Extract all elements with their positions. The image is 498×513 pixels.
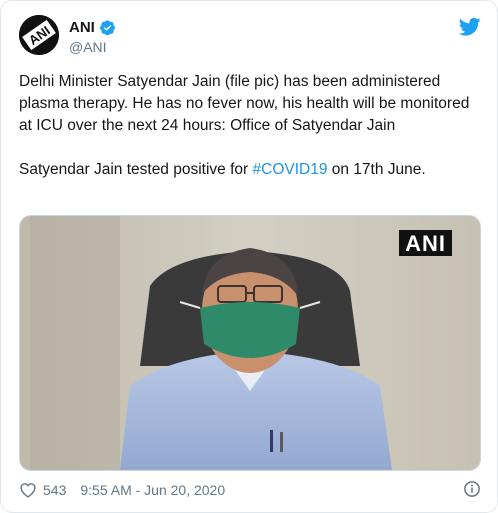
tweet-timestamp[interactable]: 9:55 AM - Jun 20, 2020 — [80, 482, 225, 498]
likes-count: 543 — [43, 482, 67, 498]
info-icon[interactable] — [463, 480, 481, 501]
heart-icon — [20, 483, 36, 498]
tweet-paragraph-1: Delhi Minister Satyendar Jain (file pic)… — [19, 73, 470, 134]
hashtag-link[interactable]: #COVID19 — [253, 161, 328, 178]
tweet-media-video[interactable]: ANI — [19, 215, 481, 471]
twitter-bird-icon[interactable] — [458, 17, 481, 37]
like-button[interactable]: 543 — [19, 482, 80, 498]
media-watermark: ANI — [399, 230, 452, 256]
author-handle[interactable]: @ANI — [69, 39, 116, 55]
tweet-text: Delhi Minister Satyendar Jain (file pic)… — [19, 71, 479, 181]
tweet-text-segment: Satyendar Jain tested positive for — [19, 161, 253, 178]
tweet-header: ANI ANI @ANI — [19, 15, 481, 63]
avatar[interactable]: ANI — [19, 15, 59, 55]
tweet-card: ANI ANI @ANI Delhi Minister Satyendar Ja… — [0, 0, 498, 513]
verified-icon — [99, 19, 116, 36]
author-display-name[interactable]: ANI — [69, 19, 95, 36]
tweet-text-segment: on 17th June. — [327, 161, 426, 178]
author-names: ANI @ANI — [69, 17, 116, 55]
tweet-paragraph-2: Satyendar Jain tested positive for #COVI… — [19, 159, 479, 181]
tweet-footer: 543 9:55 AM - Jun 20, 2020 — [19, 479, 481, 501]
